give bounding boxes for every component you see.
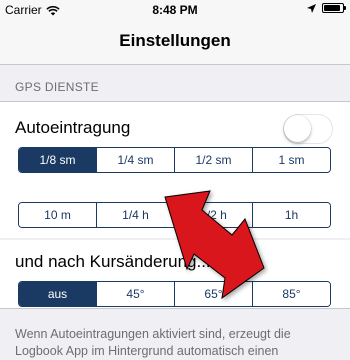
double-headed-arrow-annotation bbox=[164, 190, 265, 300]
